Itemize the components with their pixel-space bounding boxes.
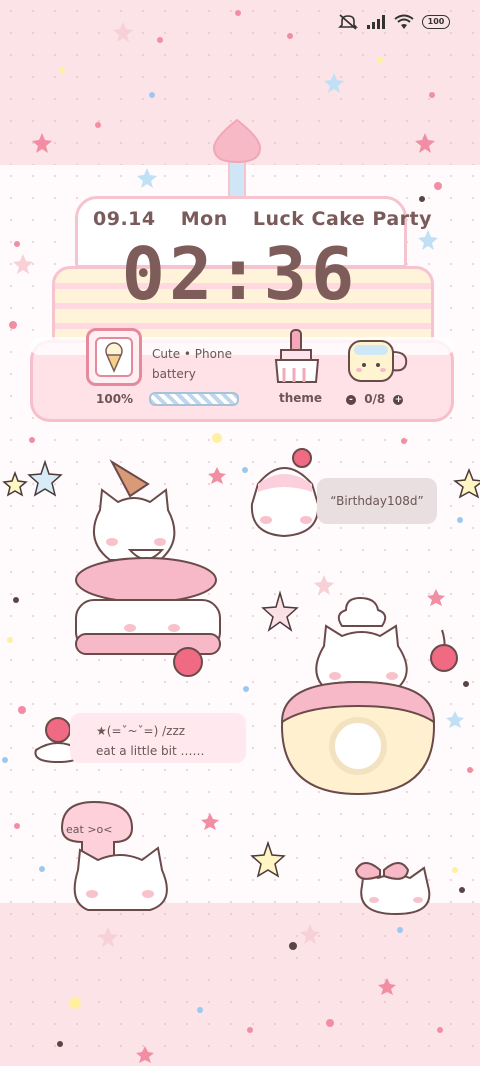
cat-eat-sticker [60, 800, 168, 911]
cat-cake-sticker [75, 459, 221, 677]
battery-app-icon[interactable] [86, 328, 142, 386]
icecream-icon [95, 337, 133, 377]
battery-percent: 100% [96, 392, 134, 406]
birthday-bubble: “Birthday108d” [317, 478, 437, 524]
counter-text: 0/8 [364, 392, 386, 406]
battery-line2: battery [152, 367, 196, 381]
cup-icon[interactable] [346, 338, 410, 386]
battery-progress-bar [149, 392, 239, 406]
minus-button[interactable]: - [346, 394, 356, 405]
cat-cupcake-sticker [250, 448, 320, 538]
plus-button[interactable]: + [393, 394, 404, 405]
wifi-icon [394, 14, 414, 29]
sleep-line2: eat a little bit …… [96, 744, 205, 758]
eat-text: eat >o< [66, 823, 113, 836]
sleep-bubble: ★(=ˇ~ˇ=) /zzz eat a little bit …… [70, 713, 246, 763]
date-text: 09.14 [93, 208, 156, 230]
theme-label: theme [279, 391, 323, 405]
sleep-line1: ★(=ˇ~ˇ=) /zzz [96, 724, 186, 738]
clock-time[interactable]: 02:36 [52, 232, 428, 316]
battery-line1: Cute • Phone [152, 347, 232, 361]
theme-counter: - 0/8 + [346, 392, 404, 406]
signal-icon [367, 15, 385, 29]
candle-icon [212, 118, 262, 198]
cherry-icon [430, 629, 458, 672]
weekday-text: Mon [180, 208, 228, 230]
mute-icon [338, 14, 358, 30]
theme-title: Luck Cake Party [252, 208, 432, 230]
cat-bow-sticker [354, 862, 431, 916]
date-line: 09.14 Mon Luck Cake Party [93, 208, 431, 230]
cat-roll-cake-sticker [280, 596, 436, 796]
status-bar: 100 [338, 14, 450, 30]
battery-indicator: 100 [422, 15, 450, 29]
paintbrush-icon[interactable] [272, 328, 322, 384]
